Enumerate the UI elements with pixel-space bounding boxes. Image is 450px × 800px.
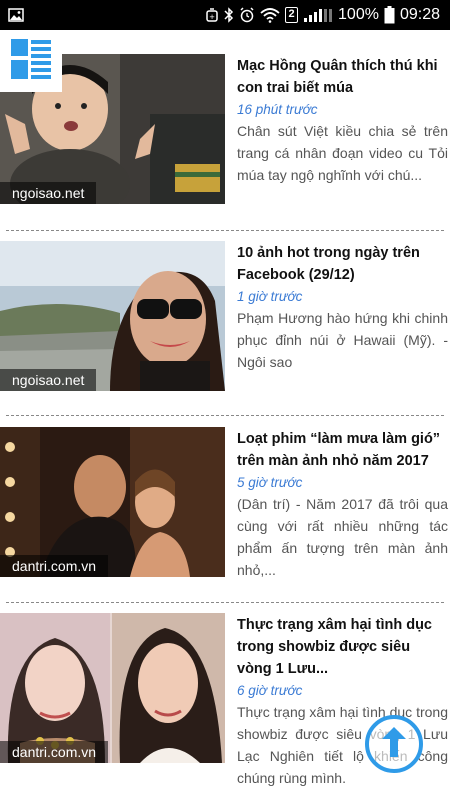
article-content[interactable]: Thực trạng xâm hại tình dục trong showbi… <box>237 613 448 789</box>
gallery-icon <box>8 6 24 24</box>
article-content[interactable]: 10 ảnh hot trong ngày trên Facebook (29/… <box>237 241 448 373</box>
article-thumbnail[interactable]: dantri.com.vn <box>0 427 225 577</box>
divider <box>6 230 444 231</box>
status-right: + 2 100% 09:28 <box>205 6 440 24</box>
news-item[interactable]: ngoisao.net Mạc Hồng Quân thích thú khi … <box>0 54 450 240</box>
scroll-to-top-button[interactable] <box>365 715 423 773</box>
clock-time: 09:28 <box>399 6 440 23</box>
status-bar: + 2 100% 09:28 <box>0 0 450 30</box>
article-time: 5 giờ trước <box>237 475 303 490</box>
article-title[interactable]: 10 ảnh hot trong ngày trên Facebook (29/… <box>237 242 448 286</box>
source-label: dantri.com.vn <box>0 555 109 577</box>
news-feed[interactable]: ngoisao.net Mạc Hồng Quân thích thú khi … <box>0 30 450 800</box>
article-summary: (Dân trí) - Năm 2017 đã trôi qua cùng vớ… <box>237 496 448 578</box>
article-summary: Chân sút Việt kiều chia sẻ trên trang cá… <box>237 123 448 183</box>
status-left <box>8 6 24 24</box>
article-time: 6 giờ trước <box>237 683 303 698</box>
article-thumbnail[interactable]: dantri.com.vn <box>0 613 225 763</box>
news-item[interactable]: ngoisao.net 10 ảnh hot trong ngày trên F… <box>0 241 450 427</box>
alarm-icon: + <box>205 6 219 24</box>
arrow-up-icon <box>379 725 409 764</box>
article-title[interactable]: Loạt phim “làm mưa làm gió” trên màn ảnh… <box>237 428 448 472</box>
signal-icon <box>303 6 333 24</box>
divider <box>6 602 444 603</box>
news-item[interactable]: dantri.com.vn Loạt phim “làm mưa làm gió… <box>0 427 450 613</box>
article-thumbnail[interactable]: ngoisao.net <box>0 241 225 391</box>
article-time: 16 phút trước <box>237 102 318 117</box>
sim-badge: 2 <box>285 7 299 23</box>
menu-button[interactable] <box>0 30 62 92</box>
alarm-clock-icon <box>239 6 255 24</box>
article-title[interactable]: Mạc Hồng Quân thích thú khi con trai biế… <box>237 55 448 99</box>
divider <box>6 415 444 416</box>
wifi-icon <box>260 6 280 24</box>
svg-text:+: + <box>209 13 215 21</box>
battery-percent: 100% <box>338 6 379 23</box>
source-label: ngoisao.net <box>0 369 97 391</box>
article-content[interactable]: Loạt phim “làm mưa làm gió” trên màn ảnh… <box>237 427 448 581</box>
news-item[interactable]: dantri.com.vn Thực trạng xâm hại tình dụ… <box>0 613 450 799</box>
bluetooth-icon <box>224 6 234 24</box>
article-title[interactable]: Thực trạng xâm hại tình dục trong showbi… <box>237 614 448 680</box>
battery-icon <box>384 6 395 24</box>
article-time: 1 giờ trước <box>237 289 303 304</box>
article-summary: Phạm Hương hào hứng khi chinh phục đỉnh … <box>237 310 448 370</box>
source-label: ngoisao.net <box>0 182 97 204</box>
source-label: dantri.com.vn <box>0 741 109 763</box>
menu-grid-icon <box>10 38 52 85</box>
article-content[interactable]: Mạc Hồng Quân thích thú khi con trai biế… <box>237 54 448 186</box>
